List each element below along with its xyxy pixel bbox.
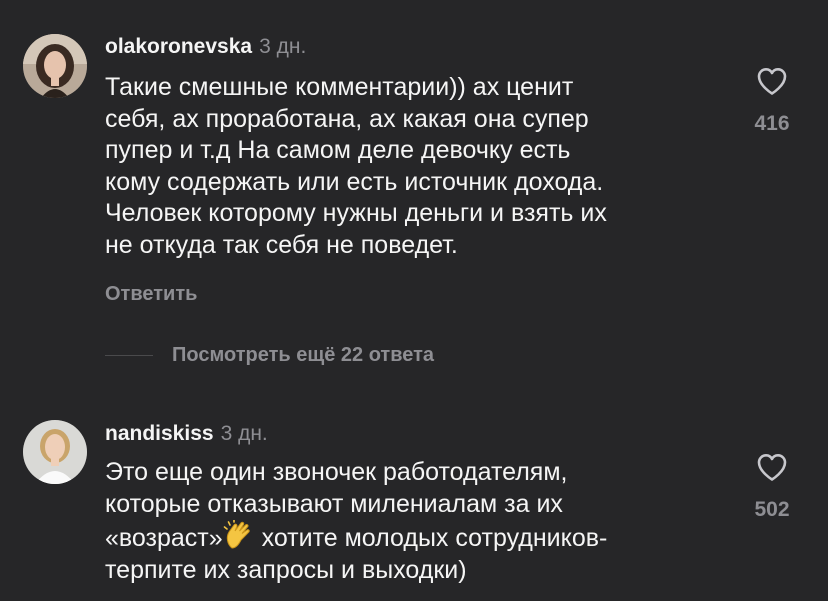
avatar-photo (23, 34, 87, 98)
timestamp: 3 дн. (220, 422, 268, 445)
comment-meta: nandiskiss 3 дн. (105, 420, 268, 448)
username[interactable]: nandiskiss (105, 422, 214, 445)
heart-icon[interactable] (756, 66, 788, 96)
view-replies-label[interactable]: Посмотреть ещё 22 ответа (172, 344, 434, 367)
comment-text: Это еще один звоночек работодателям, кот… (105, 457, 725, 586)
like-count: 416 (754, 112, 790, 135)
like-button[interactable]: 416 (748, 66, 796, 136)
clapping-hands-emoji (223, 520, 250, 549)
comment-1: olakoronevska 3 дн. Такие смешные коммент… (0, 0, 828, 380)
heart-icon[interactable] (756, 452, 788, 482)
username[interactable]: olakoronevska (105, 35, 252, 58)
comment-meta: olakoronevska 3 дн. (105, 33, 306, 61)
comment-text: Такие смешные комментарии)) ах ценит себ… (105, 73, 607, 259)
avatar[interactable] (23, 420, 87, 484)
reply-button[interactable]: Ответить (105, 283, 197, 306)
replies-divider-line (105, 354, 153, 356)
like-count: 502 (754, 498, 790, 521)
timestamp: 3 дн. (259, 35, 307, 58)
like-button[interactable]: 502 (748, 452, 796, 522)
avatar[interactable] (23, 34, 87, 98)
view-more-replies-button[interactable]: Посмотреть ещё 22 ответа (105, 340, 434, 370)
avatar-photo (23, 420, 87, 484)
